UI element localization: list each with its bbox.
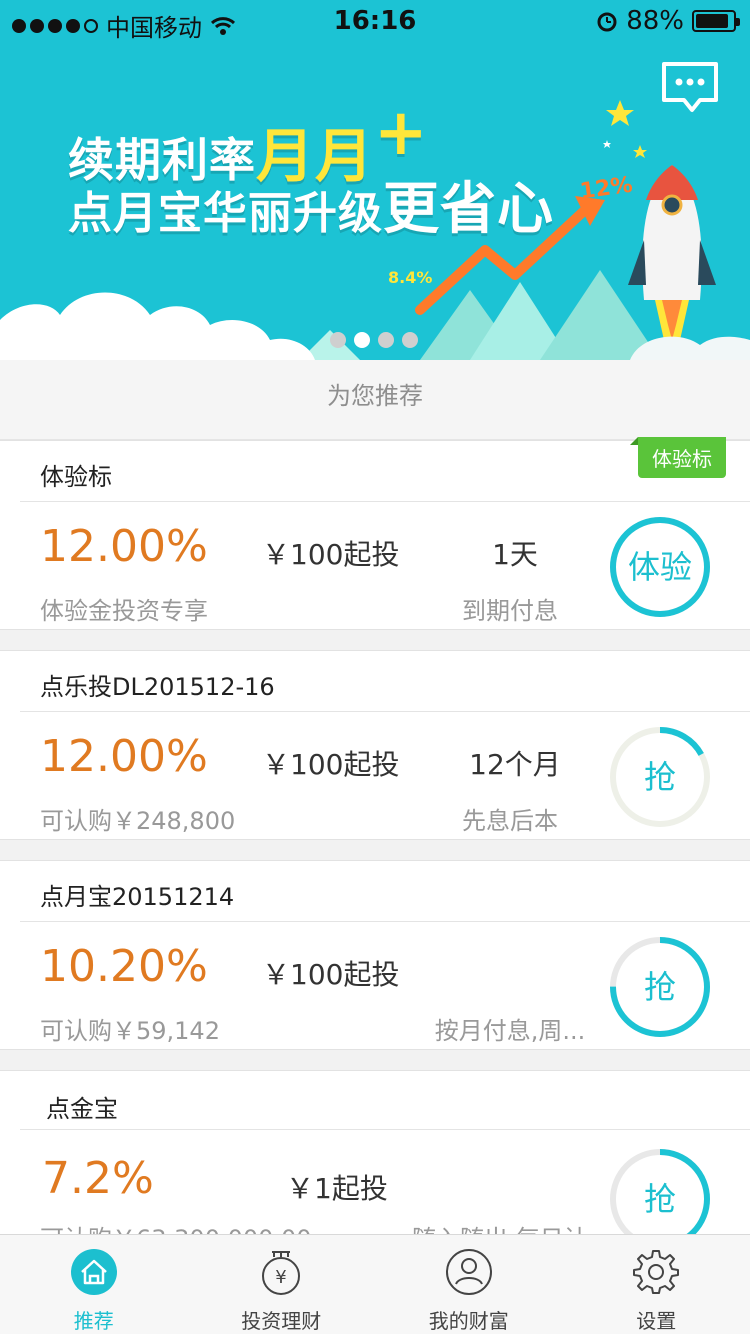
button-label: 抢 <box>643 758 676 796</box>
tab-recommend[interactable]: 推荐 <box>0 1235 188 1334</box>
experience-button[interactable]: 体验 <box>608 515 712 619</box>
tab-settings[interactable]: 设置 <box>563 1235 750 1334</box>
promo-banner[interactable]: 中国移动 16:16 88% 续期利率月月+ 点月宝华丽升级更省心 8.4% 1… <box>0 0 750 360</box>
product-rate: 10.20% <box>40 941 208 992</box>
pager-dot[interactable] <box>402 332 418 348</box>
message-icon[interactable] <box>660 60 720 116</box>
tab-bar: 推荐 ¥ 投资理财 我的财富 设置 <box>0 1234 750 1334</box>
buy-button[interactable]: 抢 <box>608 725 712 829</box>
tab-label: 设置 <box>636 1309 677 1333</box>
product-title: 点乐投DL201512-16 <box>40 673 275 701</box>
tab-label: 推荐 <box>73 1309 114 1333</box>
button-label: 抢 <box>643 968 676 1006</box>
product-title: 体验标 <box>40 463 112 491</box>
user-icon <box>445 1249 492 1295</box>
pager-dot[interactable] <box>330 332 346 348</box>
product-subtitle: 体验金投资专享 <box>40 597 208 625</box>
product-tag: 体验标 <box>630 437 726 478</box>
tab-label: 我的财富 <box>428 1309 509 1333</box>
product-payment: 到期付息 <box>462 597 558 625</box>
product-card[interactable]: 点月宝20151214 10.20% ￥100起投 可认购￥59,142 按月付… <box>0 860 750 1050</box>
alarm-icon <box>597 12 617 32</box>
product-min-invest: ￥100起投 <box>262 538 400 571</box>
product-min-invest: ￥100起投 <box>262 958 400 991</box>
pager-dot[interactable] <box>378 332 394 348</box>
battery-icon <box>692 10 740 32</box>
product-title: 点月宝20151214 <box>40 883 235 911</box>
button-label: 体验 <box>627 548 692 586</box>
product-term: 1天 <box>492 538 538 571</box>
svg-text:¥: ¥ <box>276 1267 287 1288</box>
status-bar: 中国移动 16:16 88% <box>0 0 750 42</box>
product-rate: 12.00% <box>40 521 208 572</box>
product-card[interactable]: 点乐投DL201512-16 12.00% ￥100起投 12个月 可认购￥24… <box>0 650 750 840</box>
battery-percent: 88% <box>626 6 684 36</box>
buy-button[interactable]: 抢 <box>608 935 712 1039</box>
product-min-invest: ￥100起投 <box>262 748 400 781</box>
product-card[interactable]: 体验标 体验标 12.00% ￥100起投 1天 体验金投资专享 到期付息 体验 <box>0 437 750 630</box>
product-rate: 7.2% <box>42 1153 154 1204</box>
home-icon <box>70 1249 117 1295</box>
product-available: 可认购￥59,142 <box>40 1017 220 1045</box>
product-title: 点金宝 <box>46 1095 118 1123</box>
product-available: 可认购￥248,800 <box>40 807 236 835</box>
product-term: 12个月 <box>469 748 561 781</box>
tab-label: 投资理财 <box>241 1309 322 1333</box>
product-min-invest: ￥1起投 <box>286 1172 388 1205</box>
banner-rate-low: 8.4% <box>388 268 433 287</box>
pager-dot[interactable] <box>354 332 370 348</box>
gear-icon <box>633 1250 680 1294</box>
product-payment: 按月付息,周... <box>434 1017 586 1045</box>
banner-headline-2: 点月宝华丽升级更省心 <box>68 177 554 242</box>
tab-invest[interactable]: ¥ 投资理财 <box>188 1235 376 1334</box>
banner-pager[interactable] <box>330 332 418 348</box>
section-title: 为您推荐 <box>0 360 750 440</box>
money-bag-icon: ¥ <box>262 1251 301 1295</box>
product-rate: 12.00% <box>40 731 208 782</box>
tab-my-wealth[interactable]: 我的财富 <box>375 1235 563 1334</box>
product-payment: 先息后本 <box>462 807 558 835</box>
